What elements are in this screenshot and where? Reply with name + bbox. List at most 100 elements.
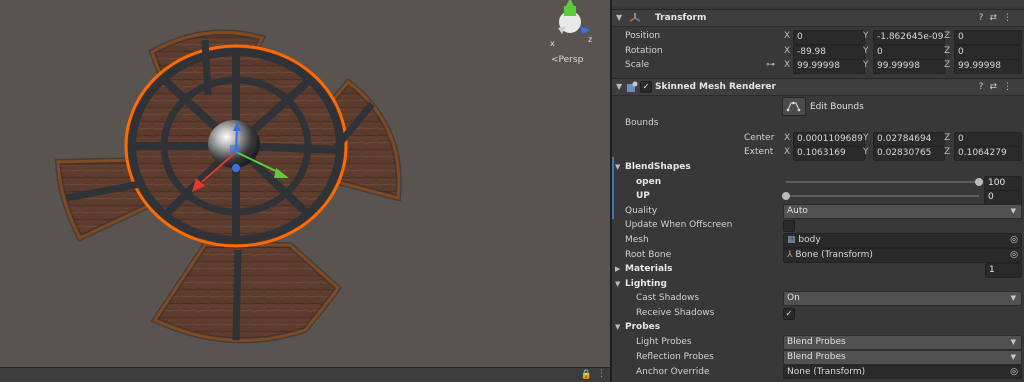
bounds-row: Bounds (612, 116, 1024, 131)
preset-icon[interactable]: ⇄ (989, 13, 1003, 23)
link-icon[interactable]: ⊶ (766, 58, 775, 73)
quality-dropdown[interactable]: Auto ▼ (783, 204, 1022, 219)
anchor-override-row: Anchor Override None (Transform) ◎ (612, 365, 1024, 380)
axis-z-label: Z (944, 46, 951, 56)
axis-y-label: Y (863, 31, 869, 41)
root-bone-field[interactable]: ⅄ Bone (Transform) ◎ (783, 248, 1022, 263)
scale-y-field[interactable]: 99.99998 (873, 59, 945, 74)
transform-header[interactable]: ▼ Transform ?⇄⋮ (612, 9, 1024, 27)
mesh-row: Mesh ▦ body ◎ (612, 233, 1024, 248)
help-icon[interactable]: ? (979, 13, 990, 23)
blendshape-up-knob[interactable] (782, 192, 790, 200)
materials-foldout[interactable]: ▶ Materials 1 (612, 262, 1024, 278)
position-label: Position (625, 31, 661, 41)
cast-shadows-dropdown[interactable]: On ▼ (783, 291, 1022, 306)
cast-shadows-value: On (787, 293, 800, 303)
reflection-probes-value: Blend Probes (787, 352, 846, 362)
receive-shadows-checkbox[interactable]: ✓ (783, 308, 795, 320)
gizmo-x-label: x (550, 39, 555, 48)
extent-y-field[interactable]: 0.02830765 (873, 146, 945, 161)
anchor-override-label: Anchor Override (636, 367, 710, 377)
axis-z-label: Z (944, 60, 951, 70)
rotation-label: Rotation (625, 46, 663, 56)
extent-x-field[interactable]: 0.1063169 (793, 146, 865, 161)
reflection-probes-dropdown[interactable]: Blend Probes ▼ (783, 350, 1022, 365)
chevron-down-icon: ▼ (1010, 338, 1016, 346)
lock-icon[interactable]: 🔒 (581, 370, 592, 380)
scene-svg: x z (54, 0, 592, 344)
skinned-mesh-title: Skinned Mesh Renderer (655, 82, 776, 92)
help-icon[interactable]: ? (979, 82, 990, 92)
foldout-arrow-icon[interactable]: ▼ (615, 277, 620, 292)
header-icons: ?⇄⋮ (979, 10, 1018, 26)
transform-icon: ⅄ (787, 250, 793, 260)
lighting-label: Lighting (625, 279, 667, 289)
foldout-arrow-icon[interactable]: ▼ (616, 10, 622, 26)
probes-foldout[interactable]: ▼ Probes (612, 320, 1024, 335)
skinned-mesh-renderer-header[interactable]: ▼ ✓ Skinned Mesh Renderer ?⇄⋮ (612, 78, 1024, 96)
root-bone-value: Bone (Transform) (795, 250, 873, 260)
root-bone-row: Root Bone ⅄ Bone (Transform) ◎ (612, 248, 1024, 263)
position-z-field[interactable]: 0 (954, 30, 1022, 45)
materials-count[interactable]: 1 (985, 263, 1022, 278)
mesh-field[interactable]: ▦ body ◎ (783, 233, 1022, 248)
position-x-field[interactable]: 0 (793, 30, 865, 45)
projection-toggle[interactable]: <Persp (551, 55, 583, 65)
light-probes-dropdown[interactable]: Blend Probes ▼ (783, 335, 1022, 350)
foldout-arrow-icon[interactable]: ▼ (616, 79, 622, 95)
update-offscreen-checkbox[interactable] (783, 220, 795, 232)
center-row: Center X 0.0001109689 Y 0.02784694 Z 0 (612, 131, 1024, 147)
more-icon[interactable]: ⋮ (1003, 13, 1018, 23)
extent-label: Extent (744, 147, 774, 157)
extent-z-field[interactable]: 0.1064279 (954, 146, 1022, 161)
foldout-arrow-icon[interactable]: ▶ (615, 262, 620, 277)
cast-shadows-row: Cast Shadows On ▼ (612, 291, 1024, 306)
light-probes-value: Blend Probes (787, 337, 846, 347)
inspector-panel: ▼ Transform ?⇄⋮ Position X 0 Y -1.862645… (612, 0, 1024, 382)
anchor-override-value: None (Transform) (787, 367, 866, 377)
component-enabled-checkbox[interactable]: ✓ (640, 81, 652, 93)
blendshapes-foldout[interactable]: ▼ BlendShapes (612, 160, 1024, 175)
transform-title: Transform (655, 13, 707, 23)
extent-row: Extent X 0.1063169 Y 0.02830765 Z 0.1064… (612, 145, 1024, 161)
mesh-value: body (798, 235, 821, 245)
receive-shadows-label: Receive Shadows (636, 308, 715, 318)
blendshape-open-label: open (636, 177, 662, 187)
lighting-foldout[interactable]: ▼ Lighting (612, 277, 1024, 292)
root-bone-label: Root Bone (625, 250, 672, 260)
scale-row: Scale ⊶ X 99.99998 Y 99.99998 Z 99.99998 (612, 58, 1024, 74)
reflection-probes-label: Reflection Probes (636, 352, 714, 362)
blendshape-up-value[interactable]: 0 (984, 190, 1022, 205)
blendshape-up-label: UP (636, 191, 650, 201)
blendshape-open-knob[interactable] (975, 178, 983, 186)
menu-icon[interactable]: ⋮ (597, 369, 606, 379)
transform-icon (629, 13, 641, 22)
axis-z-label: Z (944, 133, 951, 143)
scale-x-field[interactable]: 99.99998 (793, 59, 865, 74)
orientation-gizmo[interactable]: x z (550, 0, 592, 48)
blendshape-up-row: UP 0 (612, 189, 1024, 205)
blendshapes-label: BlendShapes (625, 162, 691, 172)
more-icon[interactable]: ⋮ (1003, 82, 1018, 92)
update-offscreen-row: Update When Offscreen (612, 218, 1024, 233)
tag-layer-strip (612, 0, 1024, 6)
skinned-mesh-icon (627, 81, 638, 92)
object-picker-icon[interactable]: ◎ (1010, 366, 1018, 378)
foldout-arrow-icon[interactable]: ▼ (615, 160, 620, 175)
foldout-arrow-icon[interactable]: ▼ (615, 320, 620, 335)
anchor-override-field[interactable]: None (Transform) ◎ (783, 365, 1022, 379)
object-picker-icon[interactable]: ◎ (1010, 249, 1018, 262)
preset-icon[interactable]: ⇄ (989, 82, 1003, 92)
blendshape-up-slider[interactable] (786, 195, 979, 197)
scale-z-field[interactable]: 99.99998 (954, 59, 1022, 74)
scene-view[interactable]: x z <Persp 🔒 ⋮ (0, 0, 610, 382)
light-probes-row: Light Probes Blend Probes ▼ (612, 335, 1024, 350)
object-picker-icon[interactable]: ◎ (1010, 234, 1018, 247)
rotation-row: Rotation X -89.98 Y 0 Z 0 (612, 44, 1024, 60)
position-y-field[interactable]: -1.862645e-09 (873, 30, 945, 45)
receive-shadows-row: Receive Shadows ✓ (612, 306, 1024, 321)
axis-x-label: X (784, 147, 791, 157)
selected-mesh[interactable] (54, 29, 402, 344)
blendshape-open-slider[interactable] (786, 181, 979, 183)
chevron-down-icon: ▼ (1010, 353, 1016, 361)
